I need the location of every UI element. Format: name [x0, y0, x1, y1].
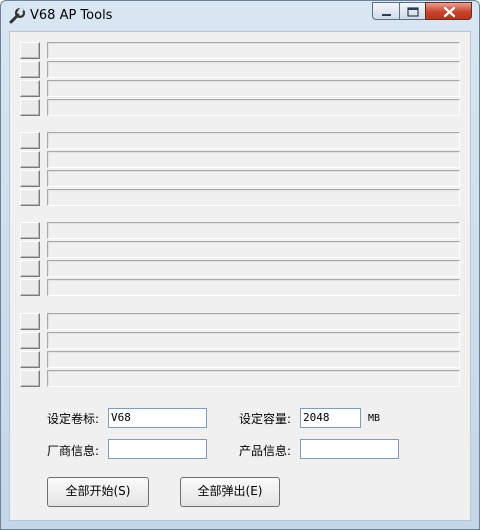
port-status-bar [47, 80, 460, 97]
capacity-input[interactable]: 2048 [300, 408, 361, 428]
port-status-bar [47, 279, 460, 296]
maximize-icon [407, 7, 419, 17]
product-label: 产品信息: [239, 444, 292, 458]
port-status-bar [47, 222, 460, 239]
volume-label-input[interactable]: V68 [108, 408, 207, 428]
port-status-bar [47, 132, 460, 149]
close-button[interactable] [425, 2, 472, 20]
port-button[interactable] [20, 99, 40, 116]
port-button[interactable] [20, 241, 40, 258]
capacity-unit: MB [368, 413, 381, 424]
port-status-bar [47, 313, 460, 330]
product-input[interactable] [300, 439, 399, 459]
port-button[interactable] [20, 80, 40, 97]
port-status-bar [47, 189, 460, 206]
window-title: V68 AP Tools [30, 8, 113, 23]
port-button[interactable] [20, 61, 40, 78]
port-button[interactable] [20, 42, 40, 59]
port-button[interactable] [20, 170, 40, 187]
app-window: V68 AP Tools 设定卷标: V68 设定容量: 2048 MB 厂商信… [0, 0, 480, 530]
close-icon [443, 6, 456, 18]
wrench-icon [9, 7, 26, 24]
port-button[interactable] [20, 351, 40, 368]
eject-all-button[interactable]: 全部弹出(E) [180, 477, 280, 507]
port-button[interactable] [20, 151, 40, 168]
port-status-bar [47, 99, 460, 116]
maximize-button[interactable] [399, 2, 425, 20]
minimize-button[interactable] [372, 2, 399, 20]
minimize-icon [382, 14, 391, 16]
title-bar[interactable]: V68 AP Tools [1, 1, 479, 31]
port-button[interactable] [20, 332, 40, 349]
client-area: 设定卷标: V68 设定容量: 2048 MB 厂商信息: 产品信息: 全部开始… [9, 31, 471, 521]
port-status-bar [47, 370, 460, 387]
port-status-bar [47, 170, 460, 187]
vendor-label: 厂商信息: [47, 444, 100, 458]
port-status-bar [47, 61, 460, 78]
port-button[interactable] [20, 279, 40, 296]
volume-label: 设定卷标: [47, 412, 100, 426]
port-button[interactable] [20, 260, 40, 277]
port-status-bar [47, 151, 460, 168]
start-all-button[interactable]: 全部开始(S) [47, 477, 149, 507]
capacity-label: 设定容量: [239, 412, 292, 426]
port-button[interactable] [20, 370, 40, 387]
port-status-bar [47, 260, 460, 277]
port-status-bar [47, 351, 460, 368]
port-status-bar [47, 332, 460, 349]
port-button[interactable] [20, 222, 40, 239]
port-button[interactable] [20, 132, 40, 149]
port-button[interactable] [20, 313, 40, 330]
port-status-bar [47, 241, 460, 258]
vendor-input[interactable] [108, 439, 207, 459]
port-status-bar [47, 42, 460, 59]
port-button[interactable] [20, 189, 40, 206]
